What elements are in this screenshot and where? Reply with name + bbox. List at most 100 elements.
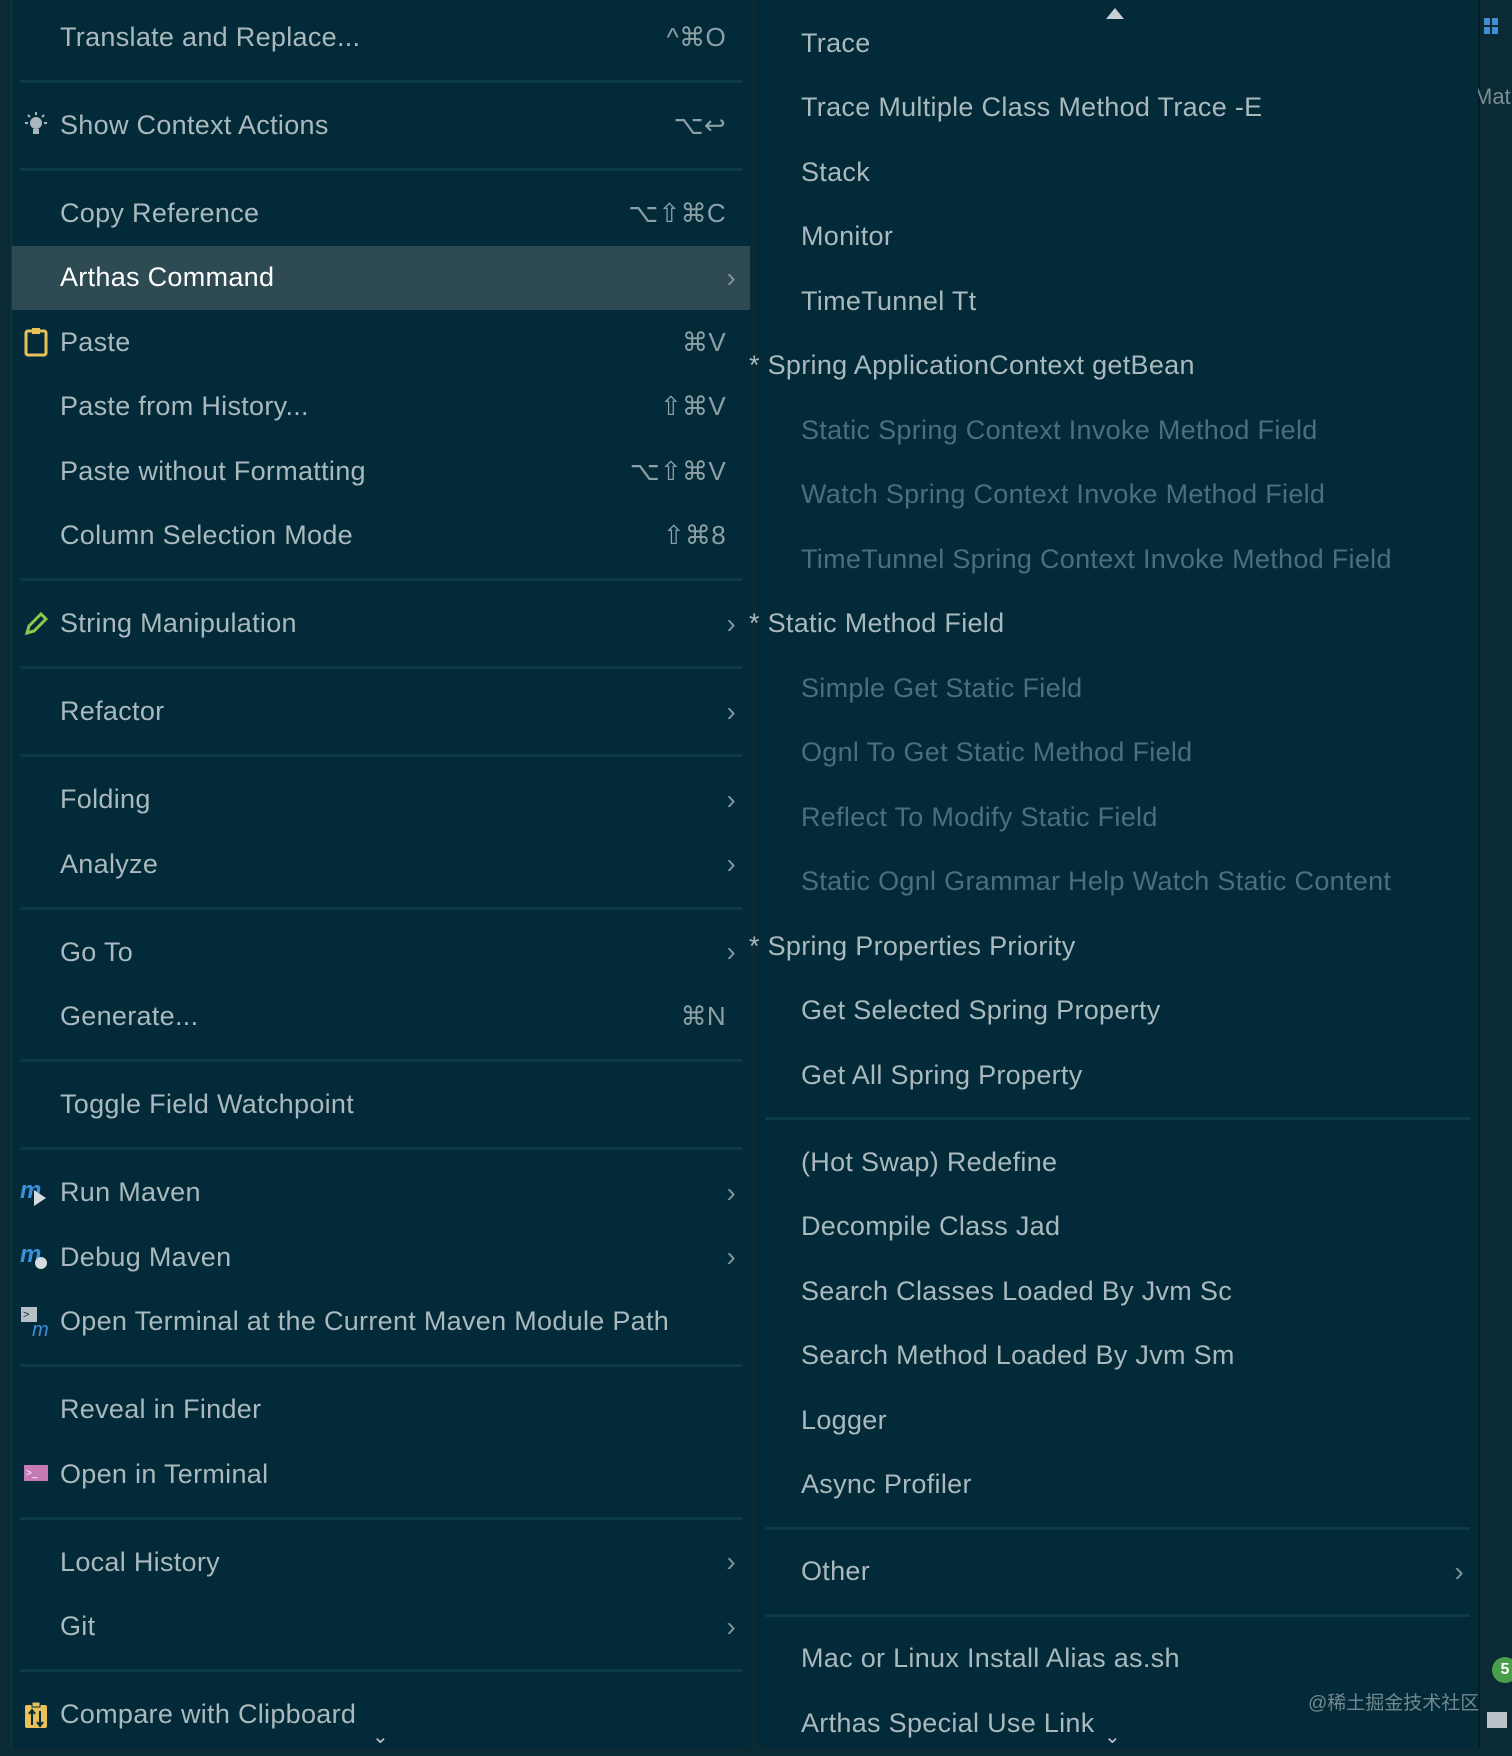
menu-item-generate[interactable]: Generate... ⌘N	[12, 985, 750, 1050]
menu-item-paste-without-formatting[interactable]: Paste without Formatting ⌥⇧⌘V	[12, 439, 750, 504]
menu-item-open-terminal-at-the-current-maven-module-path[interactable]: > m Open Terminal at the Current Maven Mod…	[12, 1290, 750, 1355]
compare-icon	[20, 1699, 52, 1731]
menu-item-translate-and-replace[interactable]: Translate and Replace... ^⌘O	[12, 5, 750, 70]
menu-item-trace[interactable]: Trace	[757, 11, 1478, 76]
menu-item-reveal-in-finder[interactable]: Reveal in Finder	[12, 1378, 750, 1443]
menu-item-timetunnel-tt[interactable]: TimeTunnel Tt	[757, 269, 1478, 334]
menu-item-label: Column Selection Mode	[60, 520, 353, 551]
grid-icon[interactable]	[1484, 18, 1498, 34]
menu-item-column-selection-mode[interactable]: Column Selection Mode ⇧⌘8	[12, 504, 750, 569]
menu-item-folding[interactable]: Folding ›	[12, 768, 750, 833]
menu-item-static-spring-context-invoke-method-field[interactable]: Static Spring Context Invoke Method Fiel…	[757, 398, 1478, 463]
chevron-right-icon: ›	[726, 607, 736, 639]
menu-item-label: Logger	[801, 1404, 887, 1435]
menu-item-analyze[interactable]: Analyze ›	[12, 832, 750, 897]
menu-item-git[interactable]: Git ›	[12, 1595, 750, 1660]
menu-item-simple-get-static-field[interactable]: Simple Get Static Field	[757, 656, 1478, 721]
menu-item-label: Paste without Formatting	[60, 455, 366, 486]
menu-item-label: Static Ognl Grammar Help Watch Static Co…	[801, 866, 1392, 897]
menu-separator	[12, 744, 750, 768]
menu-item-label: Open in Terminal	[60, 1458, 269, 1489]
submenu-scroll-down-arrow-icon[interactable]: ⌄	[1104, 1724, 1121, 1749]
shortcut-label: ⌥↩	[673, 109, 726, 140]
menu-item-run-maven[interactable]: m Run Maven ›	[12, 1161, 750, 1226]
menu-item-copy-reference[interactable]: Copy Reference ⌥⇧⌘C	[12, 181, 750, 246]
menu-item-local-history[interactable]: Local History ›	[12, 1530, 750, 1595]
menu-item-string-manipulation[interactable]: String Manipulation ›	[12, 592, 750, 657]
maven-run-icon: m	[20, 1177, 52, 1209]
menu-separator	[12, 1049, 750, 1073]
menu-item-show-context-actions[interactable]: Show Context Actions ⌥↩	[12, 93, 750, 158]
maven-debug-icon: m	[20, 1241, 52, 1273]
shortcut-label: ⌘N	[680, 1001, 726, 1032]
menu-item-label: Analyze	[60, 848, 159, 879]
menu-item-go-to[interactable]: Go To ›	[12, 920, 750, 985]
menu-item-arthas-command[interactable]: Arthas Command ›	[12, 245, 750, 310]
menu-item-open-in-terminal[interactable]: >_ Open in Terminal	[12, 1442, 750, 1507]
scroll-up-arrow-icon[interactable]	[1106, 8, 1124, 19]
chevron-right-icon: ›	[726, 695, 736, 727]
menu-item-paste[interactable]: Paste ⌘V	[12, 310, 750, 375]
menu-item-logger[interactable]: Logger	[757, 1388, 1478, 1453]
menu-item-label: Paste	[60, 326, 131, 357]
menu-item-refactor[interactable]: Refactor ›	[12, 680, 750, 745]
menu-item-search-classes-loaded-by-jvm-sc[interactable]: Search Classes Loaded By Jvm Sc	[757, 1259, 1478, 1324]
menu-item-label: String Manipulation	[60, 608, 297, 639]
menu-item-watch-spring-context-invoke-method-field[interactable]: Watch Spring Context Invoke Method Field	[757, 463, 1478, 528]
menu-item-spring-applicationcontext-getbean[interactable]: * Spring ApplicationContext getBean	[749, 334, 1478, 399]
menu-item-decompile-class-jad[interactable]: Decompile Class Jad	[757, 1195, 1478, 1260]
menu-item-monitor[interactable]: Monitor	[757, 205, 1478, 270]
chevron-right-icon: ›	[726, 1610, 736, 1642]
clipboard-icon	[20, 326, 52, 358]
chevron-right-icon: ›	[726, 261, 736, 293]
menu-item-label: (Hot Swap) Redefine	[801, 1146, 1058, 1177]
menu-separator	[757, 1108, 1478, 1131]
menu-item-toggle-field-watchpoint[interactable]: Toggle Field Watchpoint	[12, 1073, 750, 1138]
shortcut-label: ⌥⇧⌘C	[628, 197, 726, 228]
menu-item-label: Folding	[60, 784, 151, 815]
menu-separator	[12, 1659, 750, 1683]
menu-item-hot-swap-redefine[interactable]: (Hot Swap) Redefine	[757, 1130, 1478, 1195]
notification-badge[interactable]: 5	[1492, 1657, 1512, 1683]
menu-item-label: Watch Spring Context Invoke Method Field	[801, 479, 1326, 510]
menu-separator	[757, 1604, 1478, 1627]
chevron-right-icon: ›	[726, 848, 736, 880]
menu-item-get-selected-spring-property[interactable]: Get Selected Spring Property	[757, 979, 1478, 1044]
menu-item-debug-maven[interactable]: m Debug Maven ›	[12, 1225, 750, 1290]
menu-item-label: Git	[60, 1611, 96, 1642]
menu-item-ognl-to-get-static-method-field[interactable]: Ognl To Get Static Method Field	[757, 721, 1478, 786]
menu-item-label: Mac or Linux Install Alias as.sh	[801, 1643, 1180, 1674]
menu-item-get-all-spring-property[interactable]: Get All Spring Property	[757, 1043, 1478, 1108]
editor-gutter	[0, 0, 12, 1748]
bulb-icon	[20, 109, 52, 141]
menu-item-static-method-field[interactable]: * Static Method Field	[749, 592, 1478, 657]
menu-item-label: TimeTunnel Tt	[801, 285, 977, 316]
menu-item-label: Monitor	[801, 221, 894, 252]
menu-item-label: Static Spring Context Invoke Method Fiel…	[801, 414, 1318, 445]
menu-item-other[interactable]: Other ›	[757, 1540, 1478, 1605]
lock-icon[interactable]	[1487, 1712, 1507, 1728]
shortcut-label: ⇧⌘V	[659, 391, 726, 422]
menu-item-paste-from-history[interactable]: Paste from History... ⇧⌘V	[12, 375, 750, 440]
menu-item-reflect-to-modify-static-field[interactable]: Reflect To Modify Static Field	[757, 785, 1478, 850]
menu-separator	[12, 1137, 750, 1161]
menu-item-static-ognl-grammar-help-watch-static-content[interactable]: Static Ognl Grammar Help Watch Static Co…	[757, 850, 1478, 915]
menu-separator	[12, 656, 750, 680]
chevron-right-icon: ›	[1454, 1555, 1464, 1587]
menu-item-label: Search Method Loaded By Jvm Sm	[801, 1340, 1235, 1371]
scroll-down-arrow-icon[interactable]: ⌄	[372, 1724, 389, 1749]
menu-item-label: Open Terminal at the Current Maven Modul…	[60, 1306, 670, 1337]
menu-item-label: Ognl To Get Static Method Field	[801, 737, 1193, 768]
menu-item-label: Go To	[60, 936, 134, 967]
menu-item-stack[interactable]: Stack	[757, 140, 1478, 205]
menu-item-async-profiler[interactable]: Async Profiler	[757, 1453, 1478, 1518]
menu-item-label: Reveal in Finder	[60, 1394, 262, 1425]
menu-item-trace-multiple-class-method-trace-e[interactable]: Trace Multiple Class Method Trace -E	[757, 76, 1478, 141]
menu-separator	[12, 1507, 750, 1531]
menu-item-mac-or-linux-install-alias-as-sh[interactable]: Mac or Linux Install Alias as.sh	[757, 1627, 1478, 1692]
menu-item-search-method-loaded-by-jvm-sm[interactable]: Search Method Loaded By Jvm Sm	[757, 1324, 1478, 1389]
menu-item-timetunnel-spring-context-invoke-method-field[interactable]: TimeTunnel Spring Context Invoke Method …	[757, 527, 1478, 592]
menu-item-label: Get Selected Spring Property	[801, 995, 1161, 1026]
arthas-submenu: Trace Trace Multiple Class Method Trace -…	[749, 0, 1478, 1748]
menu-item-spring-properties-priority[interactable]: * Spring Properties Priority	[749, 914, 1478, 979]
